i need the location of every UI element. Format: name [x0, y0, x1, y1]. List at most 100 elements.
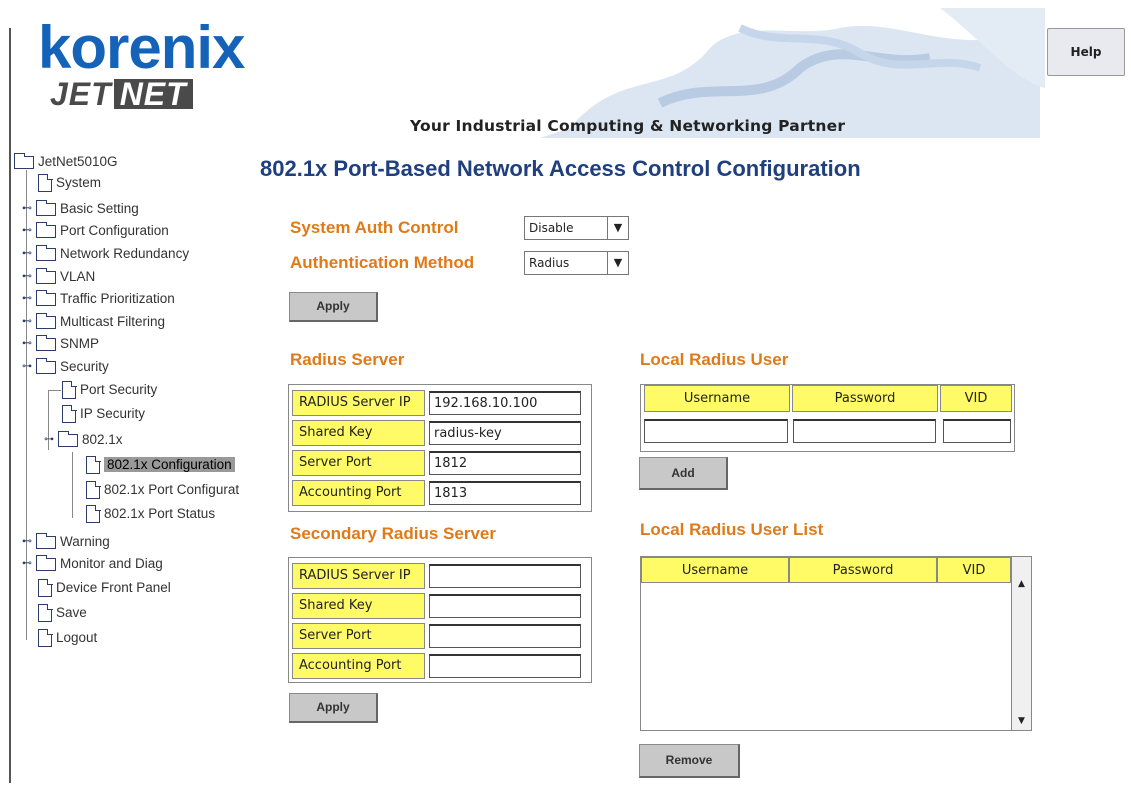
secondary-radius-server-row: RADIUS Server IP	[292, 561, 588, 591]
scroll-down-icon[interactable]: ▼	[1012, 716, 1031, 730]
jetnet-logo: JET NET	[50, 78, 193, 110]
tree-item-system[interactable]: System	[38, 173, 101, 193]
tree-label: 802.1x Port Configurat	[104, 482, 240, 497]
accounting-port-input[interactable]: 1813	[429, 481, 581, 505]
tree-item-port-security[interactable]: Port Security	[62, 380, 157, 400]
remove-button[interactable]: Remove	[639, 744, 740, 778]
file-icon	[38, 628, 53, 648]
expand-toggle-icon[interactable]: ⊷	[22, 312, 36, 332]
apply-button[interactable]: Apply	[289, 292, 378, 322]
field-label: Shared Key	[292, 593, 425, 619]
secondary-shared-key-input[interactable]	[429, 594, 581, 618]
folder-icon	[36, 532, 56, 549]
radius-server-row: Shared Key radius-key	[292, 418, 588, 448]
tree-item-multicast-filtering[interactable]: ⊷ Multicast Filtering	[22, 312, 165, 332]
tree-item-802-1x-configuration[interactable]: 802.1x Configuration	[86, 455, 235, 475]
collapse-toggle-icon[interactable]: ⊶	[22, 357, 36, 377]
server-port-input[interactable]: 1812	[429, 451, 581, 475]
tree-label: Logout	[56, 630, 98, 645]
tree-root[interactable]: JetNet5010G	[14, 152, 118, 172]
secondary-apply-button[interactable]: Apply	[289, 693, 378, 723]
expand-toggle-icon[interactable]: ⊷	[22, 532, 36, 552]
chevron-down-icon[interactable]: ▼	[607, 252, 628, 274]
expand-toggle-icon[interactable]: ⊷	[22, 267, 36, 287]
secondary-radius-server-ip-input[interactable]	[429, 564, 581, 588]
tree-item-network-redundancy[interactable]: ⊷ Network Redundancy	[22, 244, 189, 264]
tree-item-port-configuration[interactable]: ⊷ Port Configuration	[22, 221, 169, 241]
tree-item-snmp[interactable]: ⊷ SNMP	[22, 334, 99, 354]
tree-label: VLAN	[60, 269, 96, 284]
collapse-toggle-icon[interactable]: ⊶	[44, 430, 58, 450]
folder-icon	[36, 289, 56, 306]
radius-server-ip-input[interactable]: 192.168.10.100	[429, 391, 581, 415]
secondary-accounting-port-input[interactable]	[429, 654, 581, 678]
tree-item-vlan[interactable]: ⊷ VLAN	[22, 267, 95, 287]
help-button[interactable]: Help	[1047, 28, 1125, 76]
tree-label: Basic Setting	[60, 201, 139, 216]
tree-item-ip-security[interactable]: IP Security	[62, 404, 145, 424]
radius-server-row: RADIUS Server IP 192.168.10.100	[292, 388, 588, 418]
system-auth-control-label: System Auth Control	[290, 218, 459, 237]
field-label: RADIUS Server IP	[292, 563, 425, 589]
file-icon	[62, 404, 77, 424]
tree-label: System	[56, 175, 102, 190]
tree-item-traffic-prioritization[interactable]: ⊷ Traffic Prioritization	[22, 289, 175, 309]
secondary-radius-server-row: Shared Key	[292, 591, 588, 621]
tree-label: 802.1x Port Status	[104, 506, 216, 521]
tree-item-monitor-and-diag[interactable]: ⊷ Monitor and Diag	[22, 554, 163, 574]
tree-item-802-1x-port-status[interactable]: 802.1x Port Status	[86, 504, 215, 524]
folder-icon	[36, 554, 56, 571]
tree-label: JetNet5010G	[38, 154, 118, 169]
authentication-method-select[interactable]: Radius ▼	[524, 251, 629, 275]
local-radius-user-list-heading: Local Radius User List	[640, 520, 824, 539]
tree-item-logout[interactable]: Logout	[38, 628, 97, 648]
tree-label: Network Redundancy	[60, 246, 190, 261]
secondary-server-port-input[interactable]	[429, 624, 581, 648]
local-radius-user-heading: Local Radius User	[640, 350, 789, 369]
tree-label: Port Configuration	[60, 223, 169, 238]
scrollbar[interactable]: ▲ ▼	[1011, 557, 1031, 730]
tree-item-802-1x[interactable]: ⊶ 802.1x	[44, 430, 123, 450]
expand-toggle-icon[interactable]: ⊷	[22, 554, 36, 574]
local-radius-user-list-table[interactable]: Username Password VID	[640, 556, 1032, 731]
left-border	[9, 28, 11, 783]
vid-input[interactable]	[943, 419, 1011, 443]
tree-label: Warning	[60, 534, 110, 549]
add-button[interactable]: Add	[639, 457, 728, 490]
authentication-method-label: Authentication Method	[290, 253, 475, 272]
expand-toggle-icon[interactable]: ⊷	[22, 334, 36, 354]
tree-connector	[72, 452, 73, 518]
scroll-up-icon[interactable]: ▲	[1012, 579, 1031, 593]
tree-item-802-1x-port-configuration[interactable]: 802.1x Port Configurat	[86, 480, 239, 500]
radius-server-table: RADIUS Server IP 192.168.10.100 Shared Ke…	[288, 384, 592, 512]
tree-label: Multicast Filtering	[60, 314, 166, 329]
tree-label: IP Security	[80, 406, 146, 421]
field-label: Shared Key	[292, 420, 425, 446]
shared-key-input[interactable]: radius-key	[429, 421, 581, 445]
expand-toggle-icon[interactable]: ⊷	[22, 221, 36, 241]
tree-item-device-front-panel[interactable]: Device Front Panel	[38, 578, 171, 598]
password-input[interactable]	[793, 419, 936, 443]
chevron-down-icon[interactable]: ▼	[607, 217, 628, 239]
expand-toggle-icon[interactable]: ⊷	[22, 244, 36, 264]
field-label: Accounting Port	[292, 653, 425, 679]
username-input[interactable]	[644, 419, 788, 443]
expand-toggle-icon[interactable]: ⊷	[22, 199, 36, 219]
tree-item-basic-setting[interactable]: ⊷ Basic Setting	[22, 199, 139, 219]
jetnet-logo-net: NET	[113, 78, 193, 110]
tree-item-warning[interactable]: ⊷ Warning	[22, 532, 110, 552]
tree-label: 802.1x	[82, 432, 123, 447]
tree-item-save[interactable]: Save	[38, 603, 87, 623]
select-value: Radius	[529, 256, 570, 270]
field-label: RADIUS Server IP	[292, 390, 425, 416]
system-auth-control-select[interactable]: Disable ▼	[524, 216, 629, 240]
file-icon	[62, 380, 77, 400]
tree-label: Monitor and Diag	[60, 556, 163, 571]
expand-toggle-icon[interactable]: ⊷	[22, 289, 36, 309]
folder-icon	[36, 221, 56, 238]
tree-item-security[interactable]: ⊶ Security	[22, 357, 109, 377]
local-radius-user-table: Username Password VID	[640, 384, 1015, 452]
tree-label: Device Front Panel	[56, 580, 171, 595]
tree-label: Port Security	[80, 382, 158, 397]
column-header-username: Username	[644, 385, 790, 412]
